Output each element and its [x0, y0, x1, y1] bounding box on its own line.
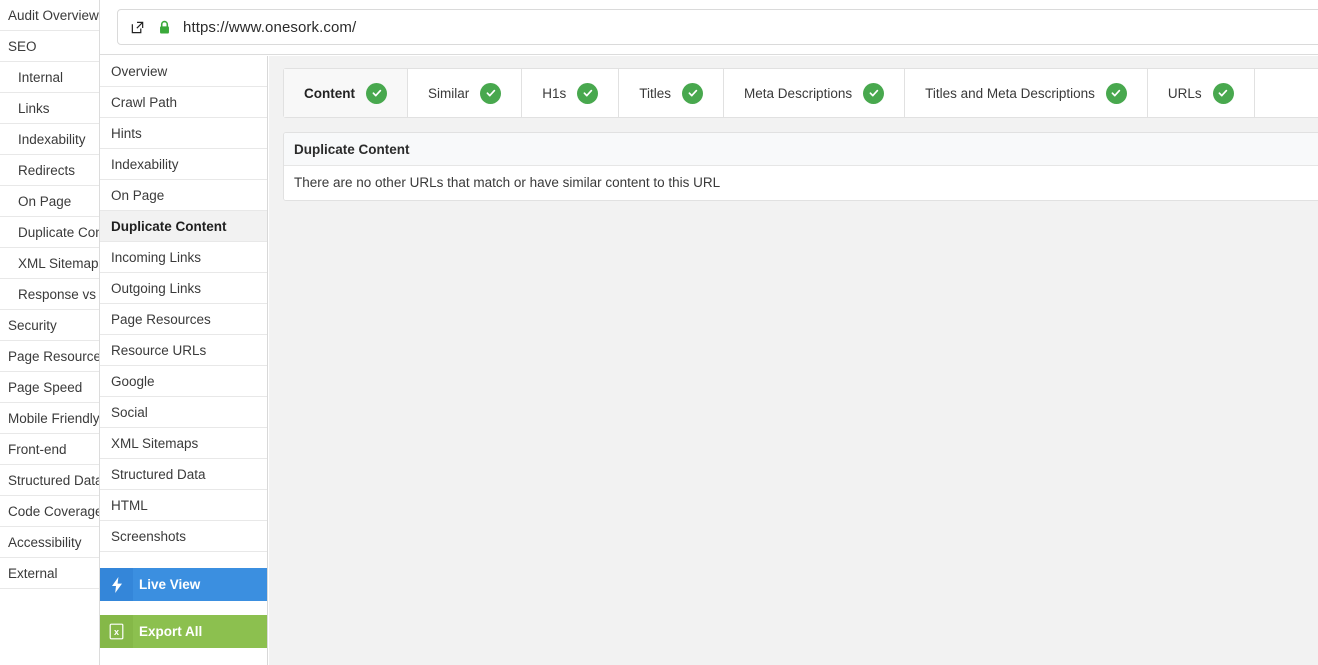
- tab-label: Titles: [639, 85, 672, 101]
- menu-item[interactable]: Page Resources: [100, 304, 267, 335]
- sidebar-item[interactable]: Page Resources: [0, 341, 99, 372]
- external-link-icon[interactable]: [130, 20, 145, 35]
- menu-item[interactable]: Incoming Links: [100, 242, 267, 273]
- card-title: Duplicate Content: [284, 133, 1318, 166]
- tab[interactable]: Titles and Meta Descriptions: [905, 69, 1148, 117]
- tab-label: Titles and Meta Descriptions: [925, 85, 1095, 101]
- sidebar-item[interactable]: Security: [0, 310, 99, 341]
- sidebar-item[interactable]: Mobile Friendly: [0, 403, 99, 434]
- export-all-button[interactable]: x Export All: [100, 615, 267, 648]
- sidebar-item[interactable]: Links: [0, 93, 99, 124]
- sidebar-item[interactable]: On Page: [0, 186, 99, 217]
- main-content: Content Similar H1s Titles Meta Descriptions…: [269, 56, 1318, 665]
- menu-item[interactable]: Crawl Path: [100, 87, 267, 118]
- sidebar-item[interactable]: XML Sitemaps: [0, 248, 99, 279]
- live-view-button[interactable]: Live View: [100, 568, 267, 601]
- live-view-label: Live View: [139, 577, 201, 592]
- tab[interactable]: URLs: [1147, 69, 1255, 117]
- sidebar-item[interactable]: Page Speed: [0, 372, 99, 403]
- duplicate-content-card: Duplicate Content There are no other URL…: [283, 132, 1318, 201]
- sidebar-item[interactable]: Audit Overview: [0, 0, 99, 31]
- menu-item[interactable]: Social: [100, 397, 267, 428]
- tab[interactable]: Similar: [408, 69, 523, 117]
- check-icon: [480, 82, 502, 104]
- sidebar-filler: [0, 589, 99, 620]
- tab[interactable]: Content: [284, 69, 408, 117]
- sidebar-item[interactable]: Structured Data: [0, 465, 99, 496]
- export-all-label: Export All: [139, 624, 203, 639]
- card-message: There are no other URLs that match or ha…: [284, 166, 1318, 200]
- check-icon: [366, 82, 387, 104]
- menu-item[interactable]: Indexability: [100, 149, 267, 180]
- tab-label: URLs: [1167, 85, 1202, 101]
- sidebar-item[interactable]: Response vs Request: [0, 279, 99, 310]
- section-menu-panel: Overview Crawl Path Hints Indexability On Pa…: [100, 56, 268, 665]
- tab[interactable]: Meta Descriptions: [724, 69, 906, 117]
- sidebar-item[interactable]: External: [0, 558, 99, 589]
- svg-text:x: x: [114, 627, 119, 637]
- application-window: Audit Overview SEO Internal Links Indexabili…: [0, 0, 1318, 665]
- menu-item[interactable]: Google: [100, 366, 267, 397]
- tab-label: Meta Descriptions: [744, 85, 853, 101]
- tab-strip: Content Similar H1s Titles Meta Descriptions…: [283, 68, 1318, 118]
- menu-item[interactable]: Resource URLs: [100, 335, 267, 366]
- menu-gap: [100, 552, 267, 568]
- left-sidebar: Audit Overview SEO Internal Links Indexabili…: [0, 0, 100, 665]
- sidebar-item[interactable]: Duplicate Content: [0, 217, 99, 248]
- tab[interactable]: Titles: [619, 69, 725, 117]
- url-input[interactable]: https://www.onesork.com/: [117, 9, 1318, 45]
- menu-item[interactable]: Duplicate Content: [100, 211, 267, 242]
- menu-item[interactable]: On Page: [100, 180, 267, 211]
- button-spacer: [100, 601, 267, 615]
- sidebar-item[interactable]: SEO: [0, 31, 99, 62]
- check-icon: [682, 82, 704, 104]
- check-icon: [863, 82, 885, 104]
- tab-strip-filler: [1254, 69, 1318, 117]
- menu-item[interactable]: XML Sitemaps: [100, 428, 267, 459]
- menu-item[interactable]: HTML: [100, 490, 267, 521]
- menu-item[interactable]: Overview: [100, 56, 267, 87]
- sidebar-item[interactable]: Accessibility: [0, 527, 99, 558]
- menu-item[interactable]: Hints: [100, 118, 267, 149]
- sidebar-item[interactable]: Internal: [0, 62, 99, 93]
- menu-item[interactable]: Structured Data: [100, 459, 267, 490]
- menu-item[interactable]: Outgoing Links: [100, 273, 267, 304]
- check-icon: [1105, 82, 1127, 104]
- url-text: https://www.onesork.com/: [183, 18, 357, 36]
- tab-label: Content: [304, 85, 355, 101]
- tab-label: H1s: [542, 85, 567, 101]
- sidebar-item[interactable]: Front-end: [0, 434, 99, 465]
- tab-label: Similar: [428, 85, 470, 101]
- sidebar-item[interactable]: Redirects: [0, 155, 99, 186]
- url-bar-region: https://www.onesork.com/: [100, 0, 1318, 55]
- menu-item[interactable]: Screenshots: [100, 521, 267, 552]
- tab[interactable]: H1s: [522, 69, 620, 117]
- padlock-icon: [158, 20, 171, 35]
- lightning-bolt-icon: [100, 568, 133, 601]
- sidebar-item[interactable]: Indexability: [0, 124, 99, 155]
- sidebar-item[interactable]: Code Coverage: [0, 496, 99, 527]
- check-icon: [577, 82, 599, 104]
- check-icon: [1212, 82, 1234, 104]
- spreadsheet-export-icon: x: [100, 615, 133, 648]
